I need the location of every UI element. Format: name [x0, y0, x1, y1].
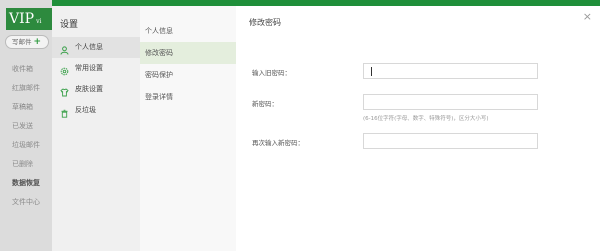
subnav-personal-info[interactable]: 个人信息: [140, 20, 236, 42]
plus-icon: +: [33, 37, 42, 47]
nav-label: 反垃圾: [75, 106, 96, 114]
user-icon: [60, 43, 69, 55]
nav-label: 个人信息: [75, 43, 103, 51]
subnav-change-password[interactable]: 修改密码: [140, 42, 236, 64]
settings-title: 设置: [60, 20, 79, 30]
new-password-label: 新密码：: [252, 100, 278, 108]
compose-button[interactable]: 写邮件 +: [5, 35, 49, 49]
change-password-panel: 修改密码 × 输入旧密码： 新密码： (6-16位字符(字母、数字、特殊符号)，…: [236, 6, 600, 251]
panel-title: 修改密码: [249, 18, 281, 27]
nav-label: 常用设置: [75, 64, 103, 72]
close-icon[interactable]: ×: [583, 10, 592, 23]
confirm-password-input[interactable]: [363, 133, 538, 149]
folder-sent[interactable]: 已发送: [0, 117, 52, 136]
folder-spam[interactable]: 垃圾邮件: [0, 136, 52, 155]
settings-nav: 个人信息 常用设置 皮肤设置 反垃圾: [52, 37, 140, 121]
subnav-password-protection[interactable]: 密码保护: [140, 64, 236, 86]
folder-list: 收件箱 红旗邮件 草稿箱 已发送 垃圾邮件 已删除 数据恢复 文件中心: [0, 60, 52, 212]
old-password-input[interactable]: [363, 63, 538, 79]
nav-common-settings[interactable]: 常用设置: [52, 58, 140, 79]
folder-flagged[interactable]: 红旗邮件: [0, 79, 52, 98]
nav-label: 皮肤设置: [75, 85, 103, 93]
nav-anti-spam[interactable]: 反垃圾: [52, 100, 140, 121]
folder-inbox[interactable]: 收件箱: [0, 60, 52, 79]
settings-modal: 设置 个人信息 常用设置 皮肤设置 反垃圾 个人信息 修改密码 密码保护 登录详…: [52, 6, 600, 251]
folder-drafts[interactable]: 草稿箱: [0, 98, 52, 117]
folder-data-recovery[interactable]: 数据恢复: [0, 174, 52, 193]
folder-deleted[interactable]: 已删除: [0, 155, 52, 174]
gear-icon: [60, 64, 69, 76]
settings-nav-column: 设置 个人信息 常用设置 皮肤设置 反垃圾: [52, 6, 140, 251]
confirm-password-label: 再次输入新密码：: [252, 139, 304, 147]
vip-logo: VIP vi: [6, 8, 54, 30]
settings-subnav-column: 个人信息 修改密码 密码保护 登录详情: [140, 6, 236, 251]
folder-file-center[interactable]: 文件中心: [0, 193, 52, 212]
nav-personal-info[interactable]: 个人信息: [52, 37, 140, 58]
nav-skin-settings[interactable]: 皮肤设置: [52, 79, 140, 100]
new-password-input[interactable]: [363, 94, 538, 110]
shirt-icon: [60, 85, 69, 97]
settings-subnav: 个人信息 修改密码 密码保护 登录详情: [140, 20, 236, 108]
subnav-login-details[interactable]: 登录详情: [140, 86, 236, 108]
trash-icon: [60, 106, 69, 118]
password-hint: (6-16位字符(字母、数字、特殊符号)，区分大小写): [363, 116, 489, 122]
old-password-label: 输入旧密码：: [252, 69, 291, 77]
